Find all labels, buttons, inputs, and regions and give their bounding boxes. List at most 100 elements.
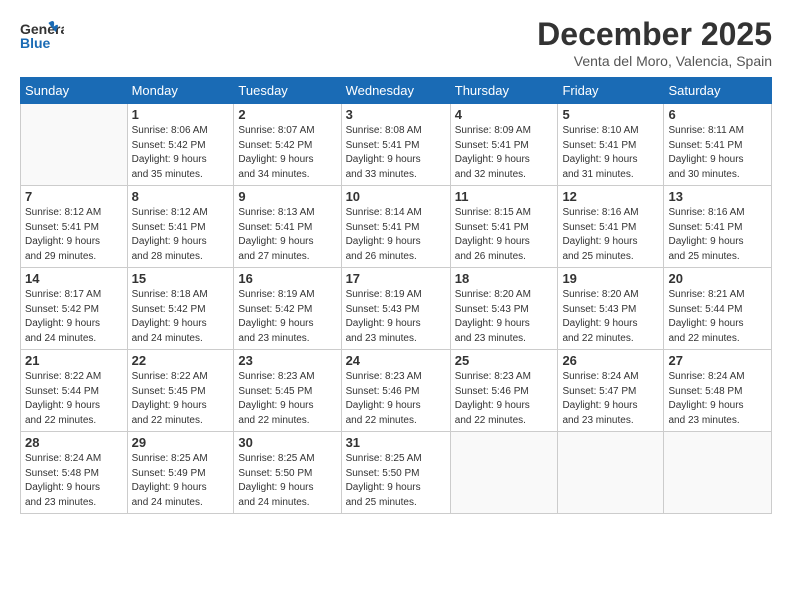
day-info: Sunrise: 8:16 AM Sunset: 5:41 PM Dayligh…	[562, 206, 659, 264]
weekday-header-row: Sunday Monday Tuesday Wednesday Thursday…	[21, 78, 772, 104]
day-info: Sunrise: 8:10 AM Sunset: 5:41 PM Dayligh…	[562, 124, 659, 182]
day-info: Sunrise: 8:19 AM Sunset: 5:42 PM Dayligh…	[238, 288, 336, 346]
logo-icon: General Blue	[20, 16, 64, 56]
day-info: Sunrise: 8:11 AM Sunset: 5:41 PM Dayligh…	[668, 124, 767, 182]
day-number: 8	[132, 189, 230, 204]
day-number: 11	[455, 189, 554, 204]
week-row-4: 28 Sunrise: 8:24 AM Sunset: 5:48 PM Dayli…	[21, 432, 772, 514]
day-cell	[21, 104, 128, 186]
day-number: 25	[455, 353, 554, 368]
day-cell: 21Sunrise: 8:22 AM Sunset: 5:44 PM Dayli…	[21, 350, 128, 432]
day-number: 30	[238, 435, 336, 450]
day-cell: 31 Sunrise: 8:25 AM Sunset: 5:50 PM Dayli…	[341, 432, 450, 514]
header-sunday: Sunday	[21, 78, 128, 104]
day-cell: 27 Sunrise: 8:24 AM Sunset: 5:48 PM Dayli…	[664, 350, 772, 432]
day-cell: 29Sunrise: 8:25 AM Sunset: 5:49 PM Dayli…	[127, 432, 234, 514]
day-cell: 23 Sunrise: 8:23 AM Sunset: 5:45 PM Dayli…	[234, 350, 341, 432]
day-cell: 10Sunrise: 8:14 AM Sunset: 5:41 PM Dayli…	[341, 186, 450, 268]
day-info: Sunrise: 8:20 AM Sunset: 5:43 PM Dayligh…	[455, 288, 554, 346]
day-cell: 9Sunrise: 8:13 AM Sunset: 5:41 PM Daylig…	[234, 186, 341, 268]
day-number: 1	[132, 107, 230, 122]
header-monday: Monday	[127, 78, 234, 104]
day-cell: 17 Sunrise: 8:19 AM Sunset: 5:43 PM Dayli…	[341, 268, 450, 350]
day-number: 14	[25, 271, 123, 286]
week-row-2: 14 Sunrise: 8:17 AM Sunset: 5:42 PM Dayli…	[21, 268, 772, 350]
week-row-3: 21Sunrise: 8:22 AM Sunset: 5:44 PM Dayli…	[21, 350, 772, 432]
day-cell: 15Sunrise: 8:18 AM Sunset: 5:42 PM Dayli…	[127, 268, 234, 350]
day-number: 18	[455, 271, 554, 286]
calendar-table: Sunday Monday Tuesday Wednesday Thursday…	[20, 77, 772, 514]
day-number: 19	[562, 271, 659, 286]
day-number: 10	[346, 189, 446, 204]
day-info: Sunrise: 8:25 AM Sunset: 5:50 PM Dayligh…	[238, 452, 336, 510]
day-info: Sunrise: 8:12 AM Sunset: 5:41 PM Dayligh…	[25, 206, 123, 264]
day-info: Sunrise: 8:17 AM Sunset: 5:42 PM Dayligh…	[25, 288, 123, 346]
day-cell: 19 Sunrise: 8:20 AM Sunset: 5:43 PM Dayli…	[558, 268, 664, 350]
day-number: 24	[346, 353, 446, 368]
day-info: Sunrise: 8:24 AM Sunset: 5:48 PM Dayligh…	[668, 370, 767, 428]
day-cell: 5 Sunrise: 8:10 AM Sunset: 5:41 PM Daylig…	[558, 104, 664, 186]
day-cell: 16 Sunrise: 8:19 AM Sunset: 5:42 PM Dayli…	[234, 268, 341, 350]
day-cell: 2 Sunrise: 8:07 AM Sunset: 5:42 PM Daylig…	[234, 104, 341, 186]
day-info: Sunrise: 8:24 AM Sunset: 5:47 PM Dayligh…	[562, 370, 659, 428]
day-number: 16	[238, 271, 336, 286]
day-info: Sunrise: 8:18 AM Sunset: 5:42 PM Dayligh…	[132, 288, 230, 346]
day-number: 26	[562, 353, 659, 368]
day-info: Sunrise: 8:20 AM Sunset: 5:43 PM Dayligh…	[562, 288, 659, 346]
day-info: Sunrise: 8:19 AM Sunset: 5:43 PM Dayligh…	[346, 288, 446, 346]
day-number: 3	[346, 107, 446, 122]
calendar-title: December 2025	[537, 16, 772, 53]
header-saturday: Saturday	[664, 78, 772, 104]
day-info: Sunrise: 8:13 AM Sunset: 5:41 PM Dayligh…	[238, 206, 336, 264]
logo: General Blue	[20, 16, 110, 56]
day-info: Sunrise: 8:23 AM Sunset: 5:46 PM Dayligh…	[346, 370, 446, 428]
day-info: Sunrise: 8:07 AM Sunset: 5:42 PM Dayligh…	[238, 124, 336, 182]
day-info: Sunrise: 8:21 AM Sunset: 5:44 PM Dayligh…	[668, 288, 767, 346]
day-number: 28	[25, 435, 123, 450]
day-number: 6	[668, 107, 767, 122]
day-cell: 6 Sunrise: 8:11 AM Sunset: 5:41 PM Daylig…	[664, 104, 772, 186]
day-cell: 20Sunrise: 8:21 AM Sunset: 5:44 PM Dayli…	[664, 268, 772, 350]
day-number: 2	[238, 107, 336, 122]
header-friday: Friday	[558, 78, 664, 104]
day-cell: 4Sunrise: 8:09 AM Sunset: 5:41 PM Daylig…	[450, 104, 558, 186]
day-info: Sunrise: 8:16 AM Sunset: 5:41 PM Dayligh…	[668, 206, 767, 264]
day-cell: 25Sunrise: 8:23 AM Sunset: 5:46 PM Dayli…	[450, 350, 558, 432]
day-number: 5	[562, 107, 659, 122]
day-cell: 28 Sunrise: 8:24 AM Sunset: 5:48 PM Dayli…	[21, 432, 128, 514]
day-cell: 24 Sunrise: 8:23 AM Sunset: 5:46 PM Dayli…	[341, 350, 450, 432]
page-container: General Blue December 2025 Venta del Mor…	[0, 0, 792, 524]
week-row-0: 1 Sunrise: 8:06 AM Sunset: 5:42 PM Daylig…	[21, 104, 772, 186]
day-cell: 13Sunrise: 8:16 AM Sunset: 5:41 PM Dayli…	[664, 186, 772, 268]
day-info: Sunrise: 8:15 AM Sunset: 5:41 PM Dayligh…	[455, 206, 554, 264]
day-cell: 8 Sunrise: 8:12 AM Sunset: 5:41 PM Daylig…	[127, 186, 234, 268]
day-info: Sunrise: 8:12 AM Sunset: 5:41 PM Dayligh…	[132, 206, 230, 264]
day-number: 22	[132, 353, 230, 368]
day-cell: 7 Sunrise: 8:12 AM Sunset: 5:41 PM Daylig…	[21, 186, 128, 268]
day-info: Sunrise: 8:23 AM Sunset: 5:45 PM Dayligh…	[238, 370, 336, 428]
day-cell: 18 Sunrise: 8:20 AM Sunset: 5:43 PM Dayli…	[450, 268, 558, 350]
header: General Blue December 2025 Venta del Mor…	[20, 16, 772, 69]
day-info: Sunrise: 8:25 AM Sunset: 5:50 PM Dayligh…	[346, 452, 446, 510]
header-tuesday: Tuesday	[234, 78, 341, 104]
title-block: December 2025 Venta del Moro, Valencia, …	[537, 16, 772, 69]
day-cell	[558, 432, 664, 514]
day-info: Sunrise: 8:24 AM Sunset: 5:48 PM Dayligh…	[25, 452, 123, 510]
day-info: Sunrise: 8:25 AM Sunset: 5:49 PM Dayligh…	[132, 452, 230, 510]
day-info: Sunrise: 8:08 AM Sunset: 5:41 PM Dayligh…	[346, 124, 446, 182]
day-cell: 11 Sunrise: 8:15 AM Sunset: 5:41 PM Dayli…	[450, 186, 558, 268]
day-number: 27	[668, 353, 767, 368]
day-cell	[664, 432, 772, 514]
day-info: Sunrise: 8:06 AM Sunset: 5:42 PM Dayligh…	[132, 124, 230, 182]
day-number: 23	[238, 353, 336, 368]
day-number: 4	[455, 107, 554, 122]
header-thursday: Thursday	[450, 78, 558, 104]
day-cell	[450, 432, 558, 514]
day-cell: 1 Sunrise: 8:06 AM Sunset: 5:42 PM Daylig…	[127, 104, 234, 186]
day-number: 17	[346, 271, 446, 286]
day-number: 31	[346, 435, 446, 450]
week-row-1: 7 Sunrise: 8:12 AM Sunset: 5:41 PM Daylig…	[21, 186, 772, 268]
day-number: 7	[25, 189, 123, 204]
day-info: Sunrise: 8:22 AM Sunset: 5:45 PM Dayligh…	[132, 370, 230, 428]
day-cell: 12Sunrise: 8:16 AM Sunset: 5:41 PM Dayli…	[558, 186, 664, 268]
